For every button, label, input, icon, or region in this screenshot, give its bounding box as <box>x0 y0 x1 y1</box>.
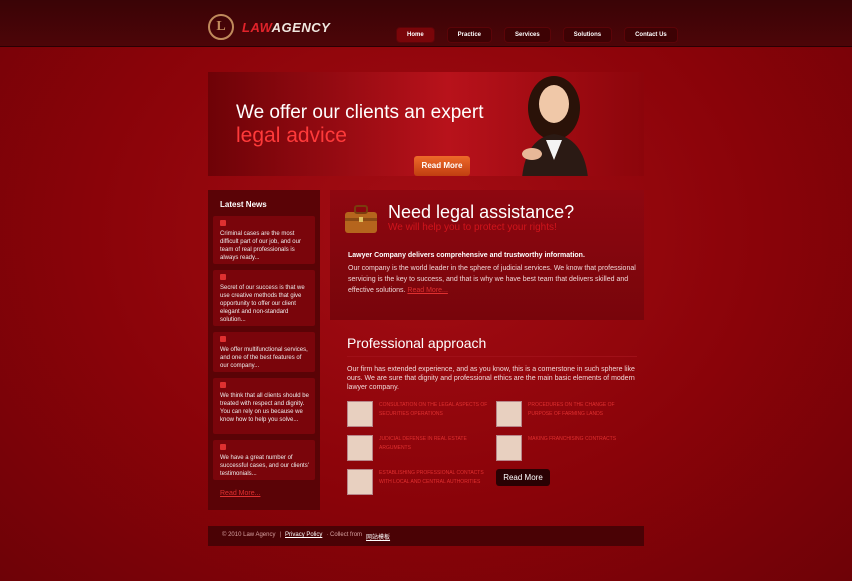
news-date-marker <box>220 382 226 388</box>
service-label: Judicial defense in real estate argument… <box>379 436 467 451</box>
briefcase-icon <box>345 205 377 233</box>
hero-headline: We offer our clients an expert <box>236 102 484 123</box>
legal-assistance-box: Need legal assistance? We will help you … <box>330 190 644 320</box>
footer-separator: | <box>279 532 282 538</box>
professional-title: Professional approach <box>347 335 487 351</box>
footer: © 2010 Law Agency | Privacy Policy · Col… <box>208 526 644 546</box>
divider <box>347 356 637 357</box>
hero-headline-accent: legal advice <box>236 124 347 147</box>
logo-text-law: LAW <box>242 19 272 35</box>
service-item[interactable]: Establishing professional contacts with … <box>347 469 489 495</box>
footer-collect: · Collect from <box>326 532 363 538</box>
logo-text: LAWAGENCY <box>242 20 330 35</box>
nav-contact[interactable]: Contact Us <box>624 27 678 43</box>
news-date-marker <box>220 274 226 280</box>
news-item-text: We offer multifunctional services, and o… <box>220 347 308 369</box>
news-item[interactable]: We offer multifunctional services, and o… <box>213 332 315 372</box>
news-date-marker <box>220 444 226 450</box>
news-item[interactable]: We have a great number of successful cas… <box>213 440 315 480</box>
assistance-subtitle: We will help you to protect your rights! <box>388 222 557 233</box>
businessman-icon <box>347 469 373 495</box>
service-item[interactable]: Consultation on the legal aspects of sec… <box>347 401 489 427</box>
professional-read-more-button[interactable]: Read More <box>496 469 550 486</box>
news-bullet-icon <box>220 220 226 226</box>
news-item-text: We think that all clients should be trea… <box>220 393 309 423</box>
service-label: Making franchising contracts <box>528 436 617 442</box>
assistance-body: Our company is the world leader in the s… <box>348 263 638 296</box>
news-read-more-link[interactable]: Read More... <box>220 490 260 497</box>
news-date-marker <box>220 336 226 342</box>
service-item[interactable]: Judicial defense in real estate argument… <box>347 435 489 461</box>
news-item-text: We have a great number of successful cas… <box>220 455 309 477</box>
privacy-policy-link[interactable]: Privacy Policy <box>285 532 322 541</box>
latest-news-title: Latest News <box>220 200 267 209</box>
nav-practice[interactable]: Practice <box>446 27 493 43</box>
nav-home[interactable]: Home <box>396 27 435 43</box>
news-item[interactable]: Criminal cases are the most difficult pa… <box>213 216 315 264</box>
news-item-text: Secret of our success is that we use cre… <box>220 285 305 323</box>
assistance-read-more-link[interactable]: Read More... <box>407 287 447 294</box>
logo-text-agency: AGENCY <box>271 19 331 35</box>
news-date-marker <box>220 220 226 226</box>
logo-emblem-icon: L <box>208 14 234 40</box>
document-signing-icon <box>496 401 522 427</box>
assistance-title: Need legal assistance? <box>388 202 575 222</box>
professional-body: Our firm has extended experience, and as… <box>347 366 635 391</box>
hero-banner: We offer our clients an expert legal adv… <box>208 72 644 176</box>
assistance-body-text: Our company is the world leader in the s… <box>348 265 636 294</box>
news-bullet-icon <box>220 274 226 280</box>
news-item[interactable]: Secret of our success is that we use cre… <box>213 270 315 326</box>
latest-news-panel: Latest News Criminal cases are the most … <box>208 190 320 510</box>
service-label: Consultation on the legal aspects of sec… <box>379 402 488 417</box>
news-bullet-icon <box>220 444 226 450</box>
service-label: Establishing professional contacts with … <box>379 470 484 485</box>
service-item[interactable]: Procedures on the change of purpose of f… <box>496 401 638 427</box>
footer-copyright: © 2010 Law Agency <box>222 532 276 538</box>
lawyer-photo <box>522 76 588 176</box>
news-item[interactable]: We think that all clients should be trea… <box>213 378 315 434</box>
service-label: Procedures on the change of purpose of f… <box>528 402 615 417</box>
clock-icon <box>496 435 522 461</box>
service-item[interactable]: Making franchising contracts <box>496 435 638 461</box>
person-photo-icon <box>347 435 373 461</box>
news-bullet-icon <box>220 336 226 342</box>
nav-services[interactable]: Services <box>504 27 551 43</box>
logo[interactable]: L LAWAGENCY <box>208 14 330 40</box>
assistance-lead: Lawyer Company delivers comprehensive an… <box>348 252 585 259</box>
main-nav: Home Practice Services Solutions Contact… <box>396 27 678 43</box>
news-item-text: Criminal cases are the most difficult pa… <box>220 231 301 261</box>
handshake-icon <box>347 401 373 427</box>
hero-read-more-button[interactable]: Read More <box>414 156 470 176</box>
nav-solutions[interactable]: Solutions <box>562 27 613 43</box>
footer-collect-link[interactable]: 网站模板 <box>366 532 390 541</box>
news-bullet-icon <box>220 382 226 388</box>
